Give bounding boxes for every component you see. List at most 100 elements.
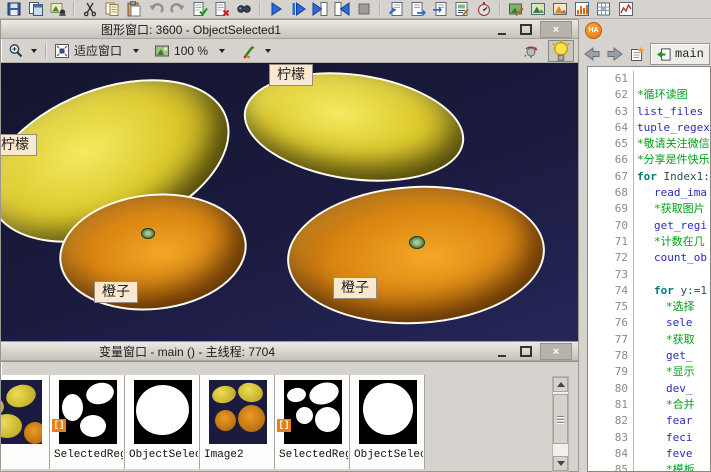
graphics-window-icon[interactable] <box>527 1 549 18</box>
back-arrow-icon[interactable] <box>583 46 601 62</box>
zoom-tool-button[interactable] <box>5 41 27 61</box>
code-line[interactable]: 66 *分享是件快乐 <box>588 152 710 169</box>
variable-window-titlebar[interactable]: 变量窗口 - main () - 主线程: 7704 × <box>1 342 578 361</box>
tab-main[interactable]: main <box>650 43 710 65</box>
cut-icon[interactable] <box>79 1 101 18</box>
code-line[interactable]: 65 *敬请关注微信 <box>588 136 710 153</box>
close-button[interactable]: × <box>540 343 572 360</box>
detach-icon[interactable] <box>407 1 429 18</box>
draw-tool-dropdown[interactable] <box>265 48 272 53</box>
code-text: fear <box>666 414 693 428</box>
minimize-button[interactable] <box>492 23 512 37</box>
code-line[interactable]: 73 <box>588 266 710 283</box>
code-line[interactable]: 72 count_ob <box>588 250 710 267</box>
deactivate-line-icon[interactable] <box>211 1 233 18</box>
fit-window-button[interactable]: 适应窗口 <box>51 41 129 61</box>
run-to-line-icon[interactable] <box>287 1 309 18</box>
variable-thumbnail[interactable] <box>359 380 417 444</box>
feature-inspect-icon[interactable] <box>593 1 615 18</box>
undo-icon[interactable] <box>145 1 167 18</box>
code-line[interactable]: 76 sele <box>588 315 710 332</box>
stop-icon[interactable] <box>353 1 375 18</box>
code-line[interactable]: 78 get_ <box>588 348 710 365</box>
variable-cell[interactable]: age <box>1 375 50 469</box>
paste-icon[interactable] <box>123 1 145 18</box>
code-line[interactable]: 67 for Index1:= <box>588 168 711 186</box>
code-line[interactable]: 63list_files ( <box>588 103 710 120</box>
step-into-doc-icon[interactable] <box>429 1 451 18</box>
new-window-icon[interactable] <box>25 1 47 18</box>
maximize-button[interactable] <box>516 345 536 359</box>
minimize-button[interactable] <box>492 345 512 359</box>
variable-name-label: SelectedReg <box>279 449 348 461</box>
code-line[interactable]: 80 dev_ <box>588 380 710 397</box>
code-line[interactable]: 75 *选择 <box>588 299 710 316</box>
edit-image-icon[interactable] <box>505 1 527 18</box>
grab-image-icon[interactable] <box>47 1 69 18</box>
code-line[interactable]: 84 feve <box>588 445 710 463</box>
code-line[interactable]: 70 get_regi <box>588 217 710 234</box>
image-canvas[interactable]: 柠檬 柠檬 橙子 橙子 <box>1 63 578 342</box>
variable-cell[interactable]: [] SelectedReg <box>275 375 350 469</box>
code-text: for Index1:= <box>637 169 711 183</box>
code-line[interactable]: 74 for y:=1 <box>588 282 710 300</box>
graphics-window-titlebar[interactable]: 图形窗口: 3600 - ObjectSelected1 × <box>1 20 578 39</box>
variable-thumbnail[interactable] <box>1 380 42 444</box>
code-line[interactable]: 77 *获取 <box>588 331 710 349</box>
code-line[interactable]: 81 *合并 <box>588 396 710 414</box>
maximize-button[interactable] <box>516 23 536 37</box>
line-number: 80 <box>588 380 634 397</box>
variable-thumbnail[interactable] <box>209 380 267 444</box>
scroll-down-button[interactable] <box>553 456 568 471</box>
code-line[interactable]: 71 *计数在几 <box>588 233 710 251</box>
code-line[interactable]: 85 *模板 <box>588 462 710 471</box>
code-line[interactable]: 68 read_ima <box>588 185 710 202</box>
forward-arrow-icon[interactable] <box>606 46 624 62</box>
zoom-level-dropdown[interactable] <box>219 48 226 53</box>
step-over-icon[interactable] <box>309 1 331 18</box>
line-number: 68 <box>588 185 634 202</box>
new-tab-icon[interactable] <box>629 46 645 62</box>
scrollbar-thumb[interactable] <box>553 394 568 444</box>
variable-thumbnail[interactable] <box>59 380 117 444</box>
variable-cell[interactable]: ObjectSelec <box>125 375 200 469</box>
zoom-level-button[interactable]: 100 % <box>151 41 215 61</box>
activate-line-icon[interactable] <box>189 1 211 18</box>
orange-object[interactable] <box>283 179 549 331</box>
draw-tool-button[interactable] <box>239 41 261 61</box>
rotate-3d-button[interactable] <box>520 41 542 61</box>
save-icon[interactable] <box>3 1 25 18</box>
attach-icon[interactable] <box>385 1 407 18</box>
variable-thumbnail[interactable] <box>134 380 192 444</box>
close-button[interactable]: × <box>540 21 572 38</box>
variable-cell[interactable]: [] SelectedReg <box>50 375 125 469</box>
redo-icon[interactable] <box>167 1 189 18</box>
copy-icon[interactable] <box>101 1 123 18</box>
code-line[interactable]: 64 tuple_regexp <box>588 119 710 137</box>
find-icon[interactable] <box>233 1 255 18</box>
code-line[interactable]: 83 feci <box>588 429 710 446</box>
run-icon[interactable] <box>265 1 287 18</box>
code-text: read_ima <box>654 186 707 200</box>
variable-cell[interactable]: Image2 <box>200 375 275 469</box>
variable-scrollbar[interactable] <box>552 376 569 472</box>
code-editor[interactable]: 6162*循环读图63list_files (64tuple_regexp65*… <box>587 66 711 472</box>
step-out-icon[interactable] <box>331 1 353 18</box>
code-line[interactable]: 62 *循环读图 <box>588 87 710 104</box>
variable-cell[interactable]: ObjectSelec <box>350 375 425 469</box>
code-line[interactable]: 61 <box>588 71 710 88</box>
profiler-icon[interactable] <box>473 1 495 18</box>
code-text: list_files ( <box>637 104 710 118</box>
zoom-tool-dropdown[interactable] <box>31 48 37 53</box>
scroll-up-button[interactable] <box>553 377 568 392</box>
variable-thumbnail[interactable] <box>284 380 342 444</box>
toggle-light-button[interactable] <box>548 39 574 62</box>
plot-icon[interactable] <box>615 1 637 18</box>
zoom-image-icon[interactable] <box>549 1 571 18</box>
histogram-icon[interactable] <box>571 1 593 18</box>
code-line[interactable]: 79 *显示 <box>588 364 710 381</box>
edit-code-icon[interactable] <box>451 1 473 18</box>
fit-window-dropdown[interactable] <box>133 48 140 53</box>
code-line[interactable]: 82 fear <box>588 413 710 430</box>
code-line[interactable]: 69 *获取图片 <box>588 201 710 218</box>
